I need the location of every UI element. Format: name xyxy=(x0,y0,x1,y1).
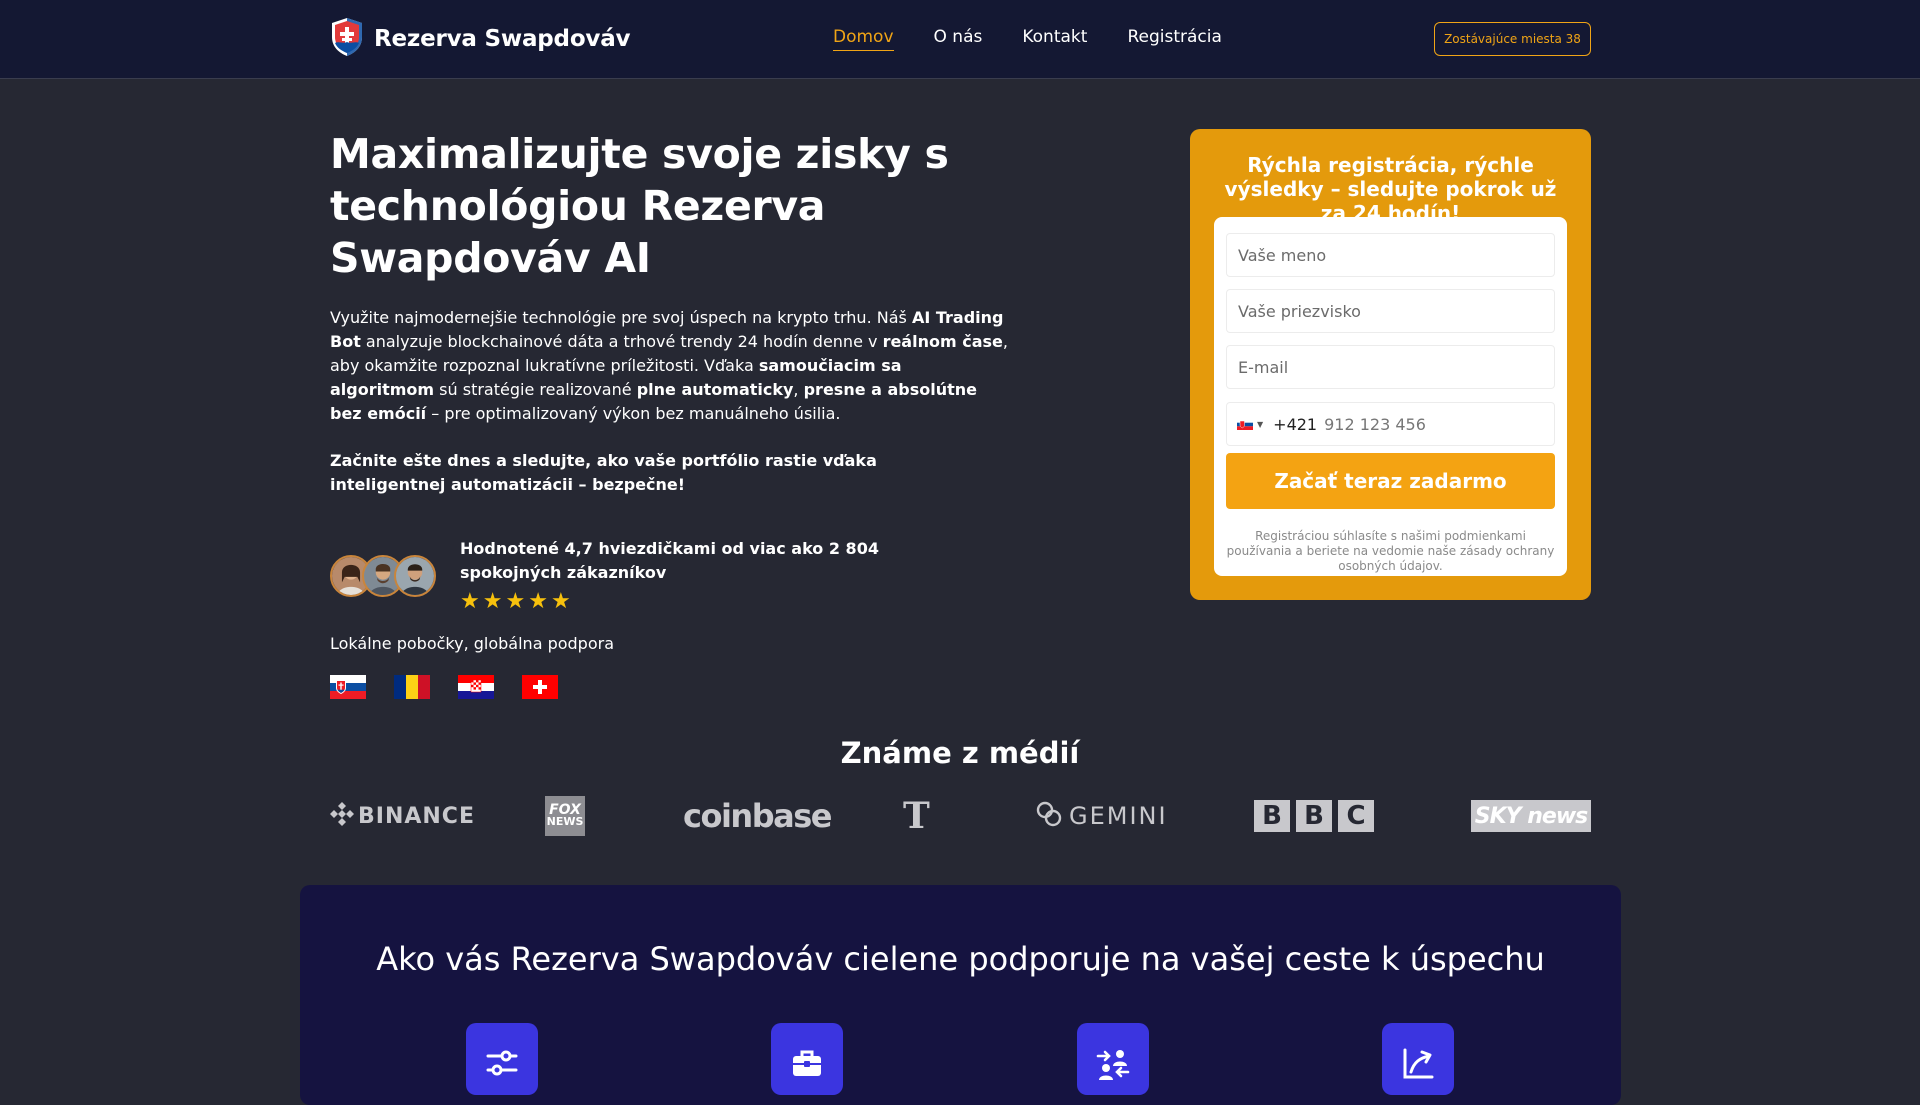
user-exchange-icon xyxy=(1095,1032,1131,1086)
last-name-input[interactable] xyxy=(1226,289,1555,333)
local-branches-text: Lokálne pobočky, globálna podpora xyxy=(330,634,615,653)
sky-news-logo: SKY news xyxy=(1471,795,1591,837)
nav-registration[interactable]: Registrácia xyxy=(1127,27,1221,51)
hero-description: Využite najmodernejšie technológie pre s… xyxy=(330,306,1010,426)
hero-text-part: analyzuje blockchainové dáta a trhové tr… xyxy=(360,332,883,351)
nav-about[interactable]: O nás xyxy=(934,27,983,51)
hero-title: Maximalizujte svoje zisky s technológiou… xyxy=(330,130,949,282)
star-icon: ★ xyxy=(528,589,548,614)
avatar xyxy=(394,555,436,597)
features-title: Ako vás Rezerva Swapdováv cielene podpor… xyxy=(376,940,1545,978)
binance-wordmark: BINANCE xyxy=(358,803,475,829)
phone-input[interactable] xyxy=(1324,414,1545,434)
star-rating: ★ ★ ★ ★ ★ xyxy=(460,591,960,613)
hero-highlight: reálnom čase xyxy=(882,332,1003,351)
sliders-icon xyxy=(484,1032,520,1086)
hero-cta-text: Začnite ešte dnes a sledujte, ako vaše p… xyxy=(330,451,877,494)
star-icon: ★ xyxy=(460,589,480,614)
binance-logo: BINANCE xyxy=(330,795,475,837)
registration-form-card: Rýchla registrácia, rýchle výsledky – sl… xyxy=(1190,129,1591,600)
gemini-logo: GEMINI xyxy=(1035,795,1168,837)
slovakia-flag-icon xyxy=(330,675,366,699)
coinbase-wordmark: coinbase xyxy=(683,797,832,835)
media-logos: BINANCE FOX NEWS coinbase T GEMINI B B C… xyxy=(330,795,1591,837)
briefcase-icon xyxy=(789,1032,825,1086)
main-nav: Domov O nás Kontakt Registrácia xyxy=(833,27,1262,51)
gemini-wordmark: GEMINI xyxy=(1069,802,1168,830)
growth-arrow-icon xyxy=(1400,1032,1436,1086)
bbc-block: B xyxy=(1254,800,1290,832)
chevron-down-icon[interactable]: ▼ xyxy=(1257,420,1263,429)
feature-card xyxy=(771,1023,843,1095)
nyt-letter: T xyxy=(903,795,930,837)
media-title: Známe z médií xyxy=(840,736,1080,770)
hero-text-part: sú stratégie realizované xyxy=(434,380,637,399)
star-icon: ★ xyxy=(550,589,571,614)
hero-text-part: – pre optimalizovaný výkon bez manuálneh… xyxy=(426,404,841,423)
nav-home[interactable]: Domov xyxy=(833,27,894,51)
first-name-input[interactable] xyxy=(1226,233,1555,277)
binance-diamond-icon xyxy=(330,800,354,832)
star-icon: ★ xyxy=(482,589,503,614)
gemini-icon xyxy=(1035,800,1063,832)
phone-field: ▼ +421 xyxy=(1226,402,1555,446)
phone-country-code: +421 xyxy=(1273,414,1318,434)
fox-bottom-text: NEWS xyxy=(546,815,584,828)
avatar-group xyxy=(330,555,436,613)
bbc-logo: B B C xyxy=(1254,795,1374,837)
nav-contact[interactable]: Kontakt xyxy=(1022,27,1087,51)
rating-body: Hodnotené 4,7 hviezdičkami od viac ako 2… xyxy=(460,537,960,613)
nyt-logo: T xyxy=(903,795,930,837)
form-disclaimer: Registráciou súhlasíte s našimi podmienk… xyxy=(1226,529,1555,573)
feature-card xyxy=(1382,1023,1454,1095)
romania-flag-icon xyxy=(394,675,430,699)
switzerland-flag-icon xyxy=(522,675,558,699)
site-header: Rezerva Swapdováv Domov O nás Kontakt Re… xyxy=(0,0,1920,79)
bbc-block: B xyxy=(1296,800,1332,832)
remaining-seats-button[interactable]: Zostávajúce miesta 38 xyxy=(1434,22,1591,56)
features-section: Ako vás Rezerva Swapdováv cielene podpor… xyxy=(300,885,1621,1105)
fox-news-logo: FOX NEWS xyxy=(545,795,585,837)
registration-form: ▼ +421 Začať teraz zadarmo Registráciou … xyxy=(1214,217,1567,576)
slovakia-flag-icon[interactable] xyxy=(1237,418,1253,430)
rating-text: Hodnotené 4,7 hviezdičkami od viac ako 2… xyxy=(460,539,879,582)
hero-text-part: Využite najmodernejšie technológie pre s… xyxy=(330,308,912,327)
email-input[interactable] xyxy=(1226,345,1555,389)
croatia-flag-icon xyxy=(458,675,494,699)
country-flags xyxy=(330,675,586,699)
start-now-button[interactable]: Začať teraz zadarmo xyxy=(1226,453,1555,509)
customer-rating: Hodnotené 4,7 hviezdičkami od viac ako 2… xyxy=(330,537,960,613)
brand[interactable]: Rezerva Swapdováv xyxy=(330,17,631,61)
hero-highlight: plne automaticky xyxy=(636,380,794,399)
coinbase-logo: coinbase xyxy=(683,795,832,837)
shield-logo-icon xyxy=(330,17,364,61)
brand-name: Rezerva Swapdováv xyxy=(374,26,631,52)
bbc-block: C xyxy=(1338,800,1374,832)
form-heading: Rýchla registrácia, rýchle výsledky – sl… xyxy=(1224,153,1557,225)
sky-news-wordmark: SKY news xyxy=(1471,800,1591,832)
feature-card xyxy=(1077,1023,1149,1095)
star-icon: ★ xyxy=(505,589,526,614)
hero-text-part: , xyxy=(793,380,804,399)
feature-card xyxy=(466,1023,538,1095)
fox-news-box: FOX NEWS xyxy=(545,796,585,836)
